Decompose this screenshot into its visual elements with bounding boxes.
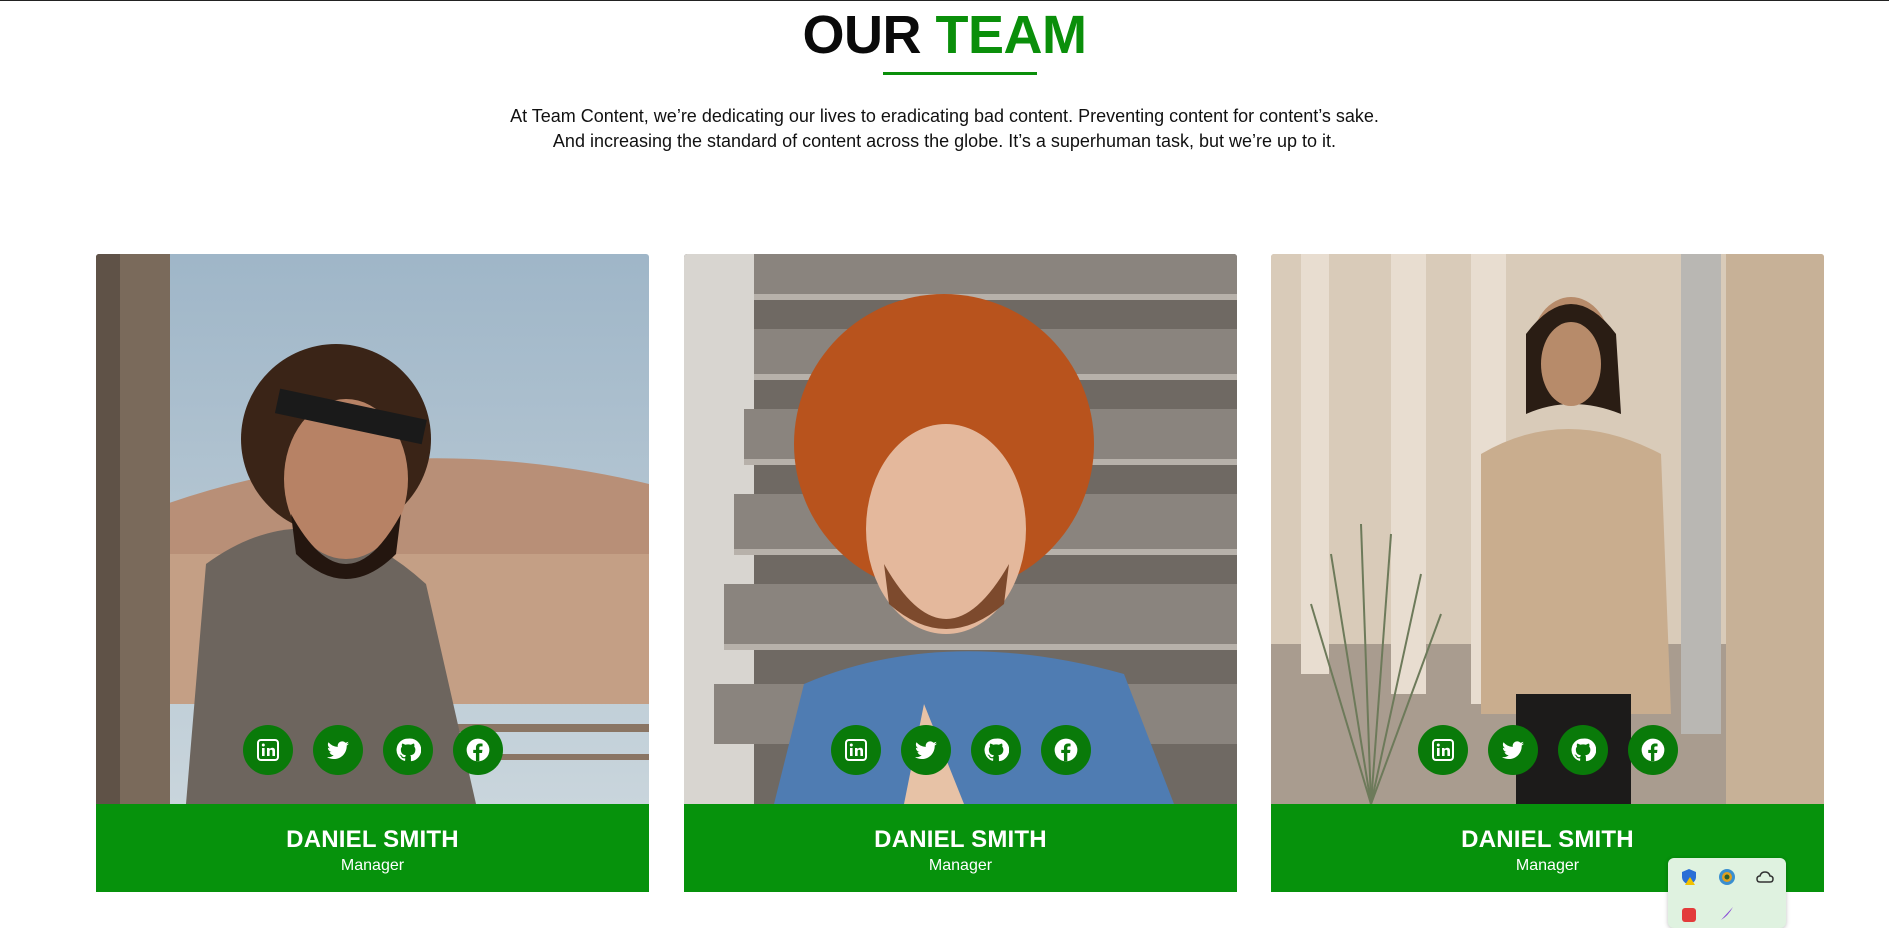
team-card: DANIEL SMITH Manager: [1271, 254, 1824, 892]
linkedin-icon: [1431, 739, 1454, 761]
github-icon: [396, 738, 421, 762]
twitter-icon: [326, 741, 349, 760]
member-name: DANIEL SMITH: [1461, 826, 1634, 853]
github-link[interactable]: [970, 725, 1021, 775]
feather-icon[interactable]: [1718, 904, 1736, 922]
member-role: Manager: [928, 857, 993, 874]
member-photo: [684, 254, 1237, 804]
team-card: DANIEL SMITH Manager: [96, 254, 649, 892]
facebook-link[interactable]: [1040, 725, 1091, 775]
social-links: [684, 725, 1237, 775]
linkedin-link[interactable]: [830, 725, 881, 775]
github-link[interactable]: [1557, 725, 1608, 775]
twitter-icon: [914, 741, 937, 760]
member-photo: [96, 254, 649, 804]
section-title: OUR TEAM: [0, 4, 1889, 66]
linkedin-icon: [844, 739, 867, 761]
member-name: DANIEL SMITH: [286, 826, 459, 853]
member-name: DANIEL SMITH: [874, 826, 1047, 853]
intro-line-1: At Team Content, we’re dedicating our li…: [510, 106, 1379, 126]
facebook-icon: [1641, 738, 1664, 762]
member-role: Manager: [340, 857, 405, 874]
security-shield-icon[interactable]: [1680, 868, 1698, 886]
team-card: DANIEL SMITH Manager: [684, 254, 1237, 892]
twitter-link[interactable]: [900, 725, 951, 775]
facebook-link[interactable]: [452, 725, 503, 775]
linkedin-link[interactable]: [1417, 725, 1468, 775]
cloud-icon[interactable]: [1756, 868, 1774, 886]
intro-line-2: And increasing the standard of content a…: [552, 131, 1337, 151]
twitter-icon: [1501, 741, 1524, 760]
social-links: [96, 725, 649, 775]
member-info: DANIEL SMITH Manager: [96, 804, 649, 892]
linkedin-icon: [256, 739, 279, 761]
github-link[interactable]: [382, 725, 433, 775]
facebook-icon: [1054, 738, 1077, 762]
red-app-icon[interactable]: [1680, 906, 1698, 924]
linkedin-link[interactable]: [242, 725, 293, 775]
intro-text: At Team Content, we’re dedicating our li…: [0, 104, 1889, 154]
twitter-link[interactable]: [1487, 725, 1538, 775]
member-photo: [1271, 254, 1824, 804]
member-info: DANIEL SMITH Manager: [684, 804, 1237, 892]
github-icon: [984, 738, 1009, 762]
top-border: [0, 0, 1889, 1]
github-icon: [1571, 738, 1596, 762]
social-links: [1271, 725, 1824, 775]
facebook-icon: [466, 738, 489, 762]
title-part-our: OUR: [802, 5, 922, 65]
title-part-team: TEAM: [935, 5, 1087, 65]
twitter-link[interactable]: [312, 725, 363, 775]
title-underline: [883, 72, 1037, 75]
app-tray-icon[interactable]: [1718, 868, 1736, 886]
facebook-link[interactable]: [1627, 725, 1678, 775]
